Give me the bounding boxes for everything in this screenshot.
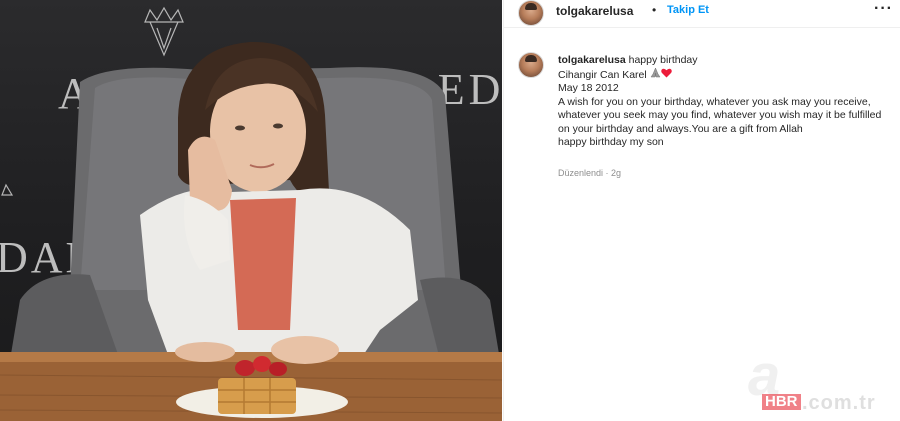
caption-line-4: A wish for you on your birthday, whateve… [558,95,882,135]
caption-author-avatar[interactable] [518,52,544,78]
hbr-watermark: a HBR .com.tr [746,347,896,415]
more-options-icon[interactable]: ··· [874,0,893,18]
edited-timestamp: Düzenlendi · 2g [558,168,622,178]
caption-greeting: happy birthday [628,54,698,66]
caption-text: tolgakarelusa happy birthday Cihangir Ca… [558,54,888,150]
caption-name: Cihangir Can Karel [558,68,647,81]
red-heart-icon [660,68,672,82]
post-header: tolgakarelusa • Takip Et ··· [504,0,900,28]
caption-line-1: tolgakarelusa happy birthday [558,54,888,68]
author-avatar[interactable] [518,0,544,26]
watermark-domain: .com.tr [802,392,876,414]
follow-button[interactable]: Takip Et [667,4,709,16]
author-username[interactable]: tolgakarelusa [556,4,633,18]
caption-line-2: Cihangir Can Karel [558,66,888,83]
post-photo[interactable]: ALEDA AED DAM [0,0,502,421]
photo-illustration: ALEDA AED DAM [0,6,502,421]
separator-dot: • [652,3,657,17]
praying-hands-icon [650,66,661,83]
caption-line-5: happy birthday my son [558,136,664,148]
caption-username[interactable]: tolgakarelusa [558,54,626,66]
watermark-brand: HBR [762,394,801,410]
caption-line-3: May 18 2012 [558,82,619,94]
